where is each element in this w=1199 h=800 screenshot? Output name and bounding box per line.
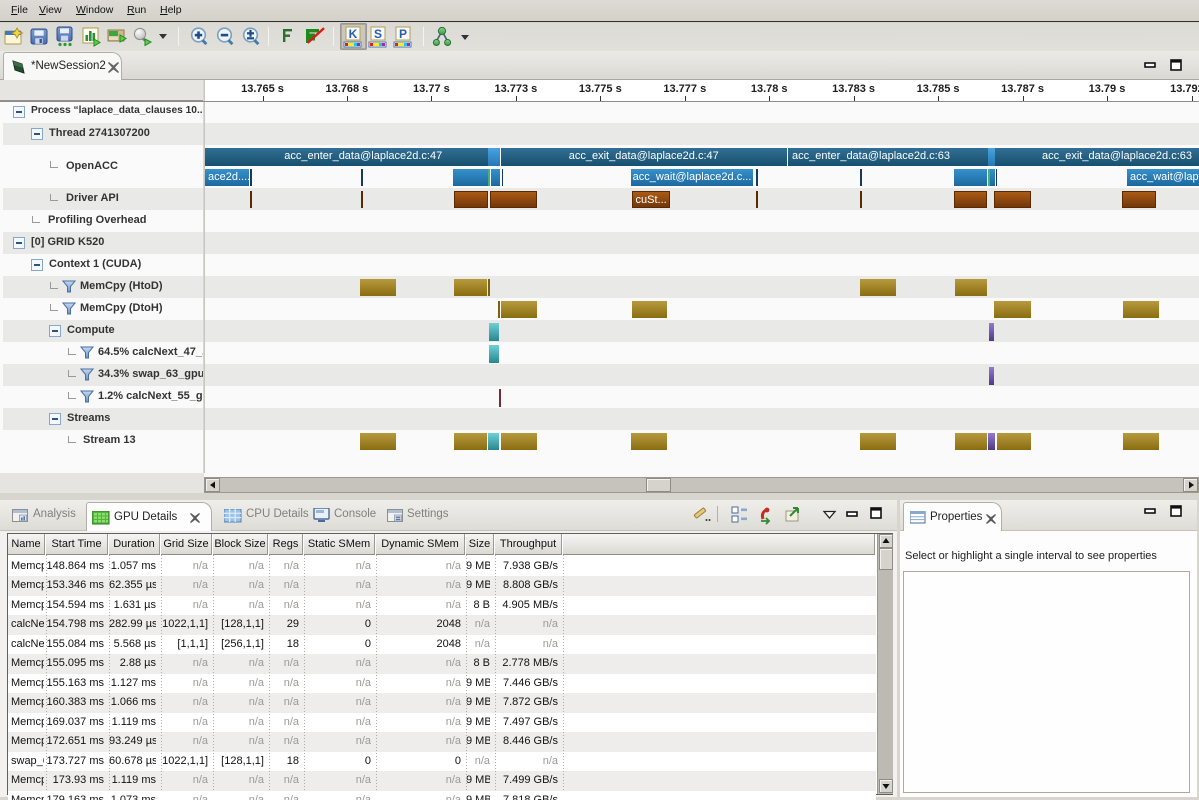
svg-text:S: S	[374, 27, 382, 41]
svg-text:K: K	[349, 27, 358, 41]
svg-text:P: P	[399, 27, 407, 41]
